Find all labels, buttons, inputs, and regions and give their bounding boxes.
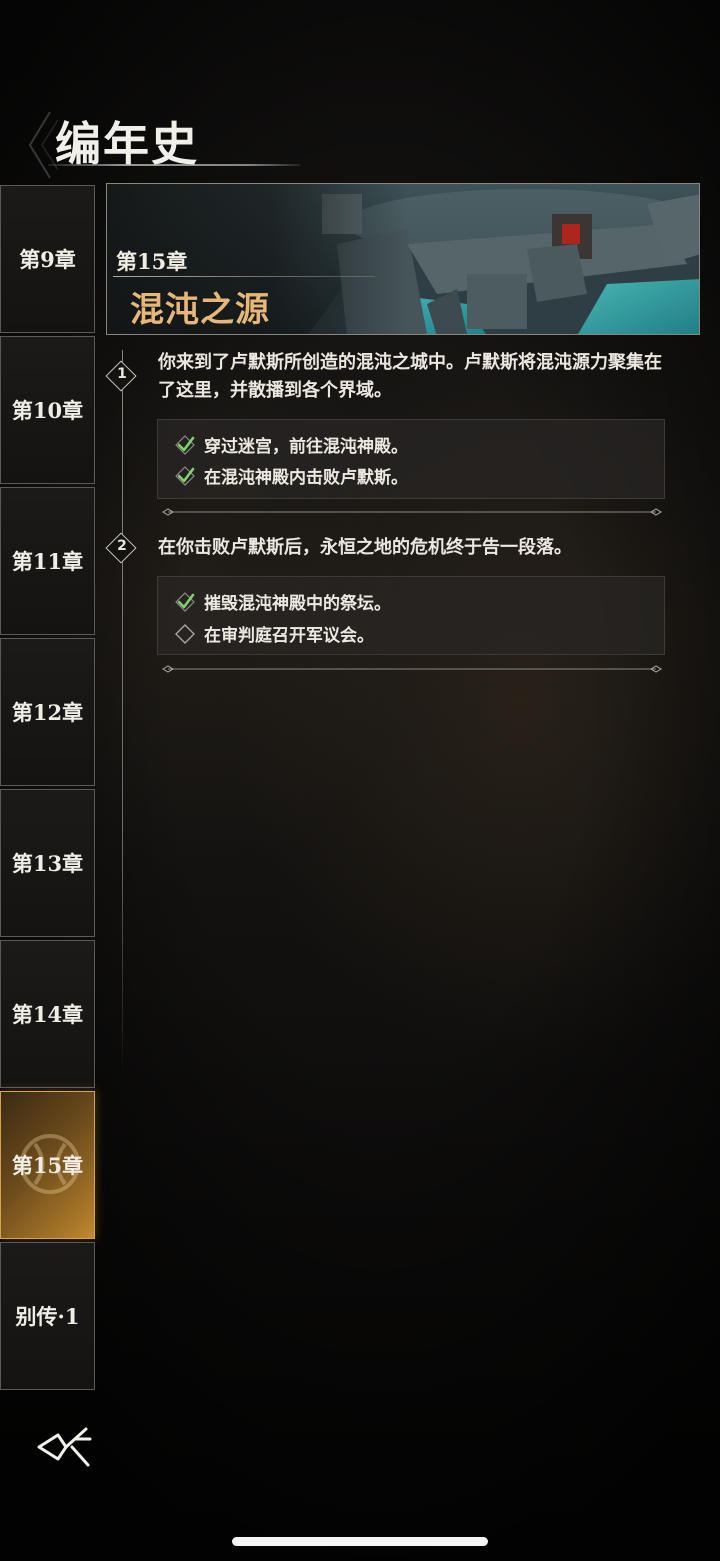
chapter-number: 第15章 bbox=[116, 249, 188, 274]
tab-label: 别传·1 bbox=[15, 1304, 80, 1329]
tab-chapter-13[interactable]: 第13章 bbox=[0, 789, 95, 937]
diamond-outline-icon bbox=[175, 623, 195, 644]
step-description: 你来到了卢默斯所创造的混沌之城中。卢默斯将混沌源力聚集在了这里，并散播到各个界域… bbox=[158, 352, 662, 401]
tab-label: 第10章 bbox=[11, 398, 84, 423]
home-indicator[interactable] bbox=[232, 1537, 488, 1546]
task-list: 摧毁混沌神殿中的祭坛。 在审判庭召开军议会。 bbox=[157, 576, 665, 655]
step-description: 在你击败卢默斯后，永恒之地的危机终于告一段落。 bbox=[158, 537, 572, 558]
task-item: 在审判庭召开军议会。 bbox=[174, 621, 374, 646]
back-arrow-icon[interactable] bbox=[36, 1425, 94, 1469]
title-underline bbox=[48, 164, 300, 166]
task-text: 摧毁混沌神殿中的祭坛。 bbox=[204, 594, 391, 614]
task-text: 穿过迷宫，前往混沌神殿。 bbox=[204, 437, 408, 457]
tab-chapter-10[interactable]: 第10章 bbox=[0, 336, 95, 484]
step-number: 2 bbox=[117, 538, 127, 554]
check-icon bbox=[175, 465, 195, 486]
tab-label: 第11章 bbox=[11, 549, 84, 574]
tab-chapter-12[interactable]: 第12章 bbox=[0, 638, 95, 786]
tab-label: 第12章 bbox=[11, 700, 84, 725]
task-item: 摧毁混沌神殿中的祭坛。 bbox=[174, 589, 391, 614]
task-text: 在审判庭召开军议会。 bbox=[204, 626, 374, 646]
tab-chapter-14[interactable]: 第14章 bbox=[0, 940, 95, 1088]
tab-label: 第15章 bbox=[11, 1153, 84, 1178]
check-icon bbox=[175, 591, 195, 612]
tab-label: 第14章 bbox=[11, 1002, 84, 1027]
tab-side-story-1[interactable]: 别传·1 bbox=[0, 1242, 95, 1390]
task-item: 穿过迷宫，前往混沌神殿。 bbox=[174, 432, 408, 457]
step-number: 1 bbox=[117, 366, 127, 382]
section-divider bbox=[162, 665, 662, 673]
task-item: 在混沌神殿内击败卢默斯。 bbox=[174, 463, 408, 488]
tab-chapter-15[interactable]: 第15章 bbox=[0, 1091, 95, 1239]
tab-label: 第13章 bbox=[11, 851, 84, 876]
section-divider bbox=[162, 508, 662, 516]
chapter-name: 混沌之源 bbox=[130, 290, 270, 330]
title-ornament-icon bbox=[28, 111, 59, 179]
timeline-line bbox=[122, 350, 123, 1075]
check-icon bbox=[175, 434, 195, 455]
tab-chapter-9[interactable]: 第9章 bbox=[0, 185, 95, 333]
tab-chapter-11[interactable]: 第11章 bbox=[0, 487, 95, 635]
chapter-divider bbox=[113, 276, 375, 277]
task-text: 在混沌神殿内击败卢默斯。 bbox=[204, 468, 408, 488]
task-list: 穿过迷宫，前往混沌神殿。 在混沌神殿内击败卢默斯。 bbox=[157, 419, 665, 499]
tab-label: 第9章 bbox=[19, 247, 76, 272]
